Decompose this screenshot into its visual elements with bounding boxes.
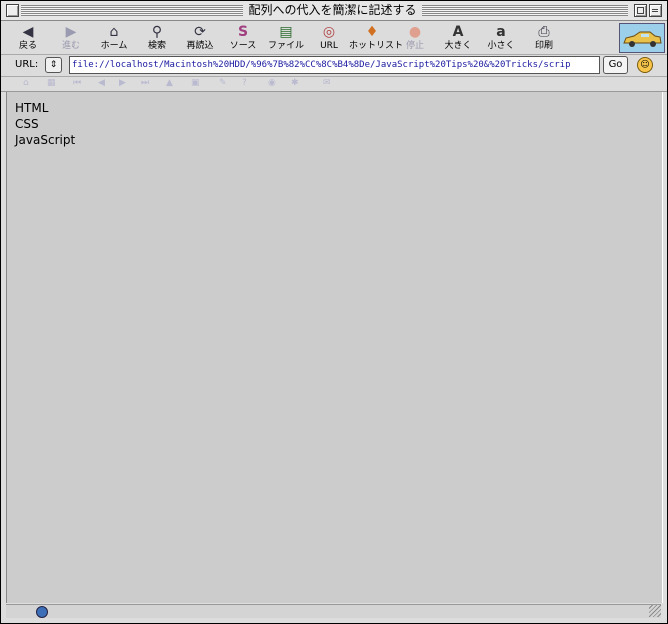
hotlist-label: ホットリスト [349,41,404,51]
url-field-label: URL: [15,59,39,70]
print-icon: ⎙ [538,24,550,40]
address-bar: URL: ⇕ file://localhost/Macintosh%20HDD/… [1,55,667,77]
url-popup-button[interactable]: ⇕ [45,57,62,73]
fav-next-icon[interactable]: ▶ [119,78,126,88]
home-button[interactable]: ⌂ ホーム [91,23,137,54]
search-label: 検索 [147,41,166,51]
source-label: ソース [229,41,257,51]
fav-mail-icon[interactable]: ✉ [323,78,331,88]
status-face-icon[interactable]: ☺ [637,57,653,73]
smaller-text-label: 小さく [487,41,515,51]
reload-icon: ⟳ [194,24,206,40]
source-button[interactable]: S ソース [220,23,266,54]
url-icon: ◎ [322,24,336,40]
browser-logo [619,23,665,53]
globe-icon [36,606,48,618]
title-stripes-left [21,5,243,16]
zoom-box[interactable] [634,4,647,17]
stop-icon: ● [408,24,422,40]
fav-home-icon[interactable]: ⌂ [23,78,29,88]
home-label: ホーム [100,41,128,51]
browser-window: 配列への代入を簡潔に記述する ◀ 戻る ▶ 進む ⌂ ホーム ⚲ 検索 ⟳ 再読込 S ソー… [0,0,668,624]
back-label: 戻る [18,41,37,51]
window-title: 配列への代入を簡潔に記述する [243,3,422,18]
url-button[interactable]: ◎ URL [306,23,352,54]
fav-prev-icon[interactable]: ◀ [98,78,105,88]
forward-button[interactable]: ▶ 進む [48,23,94,54]
fav-index-icon[interactable]: ▣ [191,78,200,88]
collapse-box[interactable] [649,4,662,17]
title-stripes-right [422,5,628,16]
fav-gear-icon[interactable]: ✱ [291,78,299,88]
reload-label: 再読込 [186,41,214,51]
larger-text-label: 大きく [444,41,472,51]
fav-last-icon[interactable]: ⏭ [141,78,149,88]
fav-edit-icon[interactable]: ✎ [219,78,227,88]
smaller-text-icon: a [496,24,506,40]
forward-icon: ▶ [65,24,77,40]
forward-label: 進む [61,41,80,51]
toolbar: ◀ 戻る ▶ 進む ⌂ ホーム ⚲ 検索 ⟳ 再読込 S ソース ▤ ファイル ◎ URL ♦ ホ… [1,21,667,55]
url-input[interactable]: file://localhost/Macintosh%20HDD/%96%7B%… [69,56,600,74]
fav-up-icon[interactable]: ▲ [166,78,173,88]
search-icon: ⚲ [151,24,163,40]
smaller-text-button[interactable]: a 小さく [478,23,524,54]
title-bar[interactable]: 配列への代入を簡潔に記述する [1,1,667,21]
fav-grid-icon[interactable]: ▦ [47,78,56,88]
content-line: CSS [15,117,39,131]
file-label: ファイル [267,41,304,51]
navigation-bar: ⌂ ▦ ⏮ ◀ ▶ ⏭ ▲ ▣ ✎ ? ◉ ✱ ✉ [1,77,667,92]
source-icon: S [237,24,249,40]
content-line: HTML [15,101,49,115]
fav-globe-icon[interactable]: ◉ [268,78,276,88]
back-button[interactable]: ◀ 戻る [5,23,51,54]
hotlist-button[interactable]: ♦ ホットリスト [349,23,404,54]
print-label: 印刷 [534,41,553,51]
car-logo-icon [623,31,662,47]
page-content: HTML CSS JavaScript [6,92,663,603]
fav-help-icon[interactable]: ? [242,78,247,88]
back-icon: ◀ [22,24,34,40]
stop-button[interactable]: ● 停止 [392,23,438,54]
fav-first-icon[interactable]: ⏮ [73,78,81,88]
file-button[interactable]: ▤ ファイル [263,23,309,54]
resize-grip-icon[interactable] [649,605,661,617]
hotlist-icon: ♦ [365,24,379,40]
reload-button[interactable]: ⟳ 再読込 [177,23,223,54]
home-icon: ⌂ [109,24,119,40]
larger-text-button[interactable]: A 大きく [435,23,481,54]
url-label: URL [320,41,338,51]
larger-text-icon: A [452,24,464,40]
status-bar [6,604,661,618]
close-box[interactable] [6,4,19,17]
go-button[interactable]: Go [603,56,628,74]
file-icon: ▤ [279,24,293,40]
print-button[interactable]: ⎙ 印刷 [521,23,567,54]
search-button[interactable]: ⚲ 検索 [134,23,180,54]
content-line: JavaScript [15,133,76,147]
stop-label: 停止 [405,41,424,51]
